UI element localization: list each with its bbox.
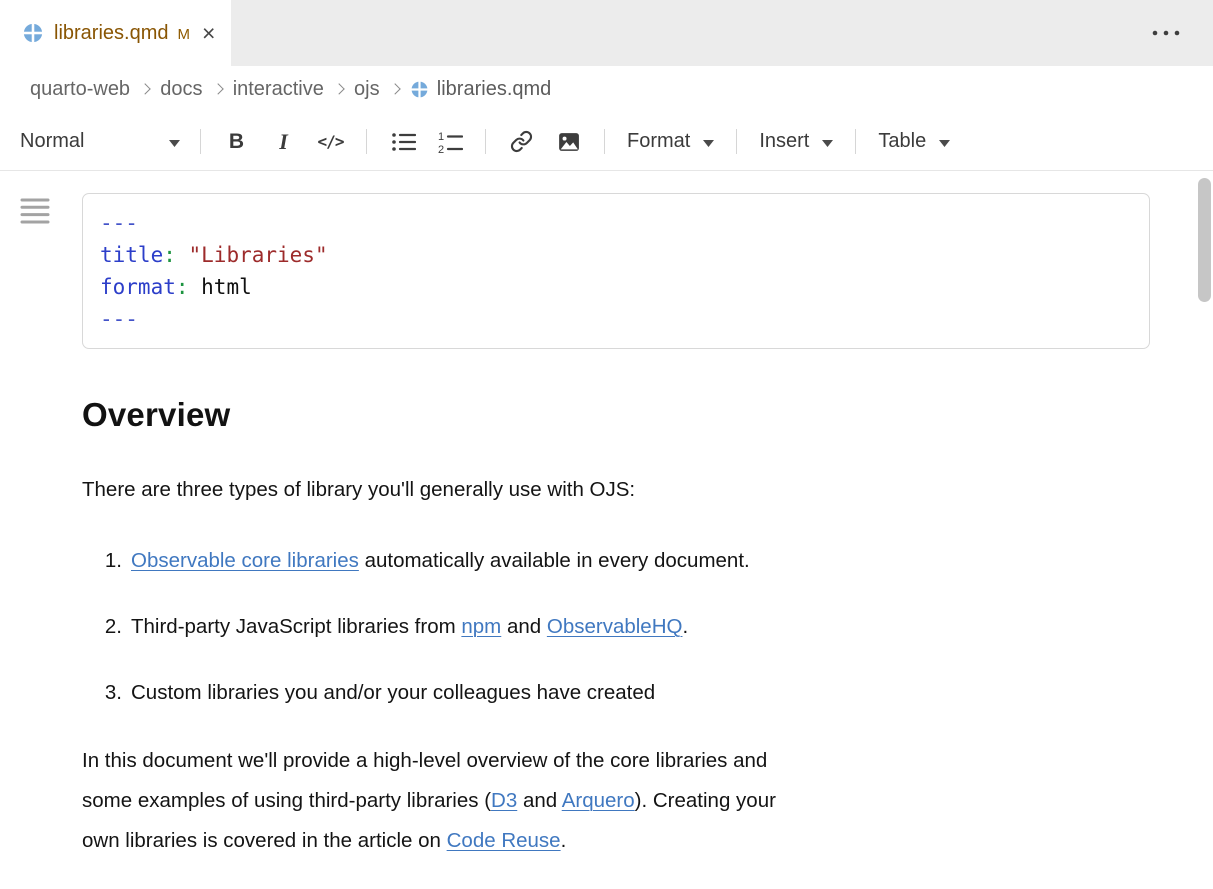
list-item-text: and bbox=[501, 615, 547, 638]
toolbar-separator bbox=[855, 129, 856, 154]
toolbar-separator bbox=[366, 129, 367, 154]
chevron-right-icon bbox=[139, 84, 151, 96]
editor-content[interactable]: --- title: "Libraries" format: html --- … bbox=[0, 171, 1213, 889]
breadcrumb-item-docs[interactable]: docs bbox=[160, 78, 202, 101]
more-actions-icon[interactable] bbox=[1145, 18, 1187, 48]
ordered-list-icon: 1 2 bbox=[437, 130, 463, 154]
bold-button[interactable]: B bbox=[213, 122, 260, 162]
italic-button[interactable]: I bbox=[260, 122, 307, 162]
paragraph-text: own libraries is covered in the article … bbox=[82, 829, 447, 852]
heading-overview: Overview bbox=[82, 395, 1213, 435]
tab-filename: libraries.qmd bbox=[54, 22, 168, 45]
list-item-text: automatically available in every documen… bbox=[359, 549, 750, 572]
list-item-number: 1. bbox=[82, 543, 122, 579]
paragraph-style-value: Normal bbox=[20, 130, 84, 153]
link-npm[interactable]: npm bbox=[461, 615, 501, 638]
bullet-list-button[interactable] bbox=[379, 122, 426, 162]
yaml-format-line: format: html bbox=[100, 271, 1132, 303]
list-item: 1. Observable core libraries automatical… bbox=[82, 543, 1213, 579]
yaml-fence: --- bbox=[100, 303, 1132, 335]
link-observable-core-libraries[interactable]: Observable core libraries bbox=[131, 549, 359, 572]
scrollbar-thumb[interactable] bbox=[1198, 178, 1211, 302]
quarto-file-icon bbox=[410, 80, 429, 99]
breadcrumb-item-interactive[interactable]: interactive bbox=[233, 78, 324, 101]
image-icon bbox=[556, 129, 581, 154]
paragraph-text: . bbox=[561, 829, 567, 852]
chevron-right-icon bbox=[389, 84, 401, 96]
yaml-fence: --- bbox=[100, 207, 1132, 239]
list-item-text: Third-party JavaScript libraries from bbox=[131, 615, 461, 638]
breadcrumb: quarto-web docs interactive ojs librarie… bbox=[0, 66, 1213, 113]
link-code-reuse[interactable]: Code Reuse bbox=[447, 829, 561, 852]
ordered-list: 1. Observable core libraries automatical… bbox=[82, 543, 1213, 711]
chevron-down-icon bbox=[939, 130, 950, 153]
table-menu[interactable]: Table bbox=[868, 122, 960, 162]
paragraph-style-select[interactable]: Normal bbox=[12, 122, 188, 162]
inline-code-button[interactable]: </> bbox=[307, 122, 354, 162]
paragraph-text: ). Creating your bbox=[635, 789, 776, 812]
closing-paragraph: In this document we'll provide a high-le… bbox=[82, 741, 1213, 861]
image-button[interactable] bbox=[545, 122, 592, 162]
link-observablehq[interactable]: ObservableHQ bbox=[547, 615, 683, 638]
ordered-list-button[interactable]: 1 2 bbox=[426, 122, 473, 162]
yaml-title-line: title: "Libraries" bbox=[100, 239, 1132, 271]
list-item-text: . bbox=[682, 615, 688, 638]
paragraph-text: and bbox=[517, 789, 561, 812]
link-d3[interactable]: D3 bbox=[491, 789, 517, 812]
list-item: 2. Third-party JavaScript libraries from… bbox=[82, 609, 1213, 645]
block-drag-handle-icon[interactable] bbox=[20, 197, 50, 230]
editor-toolbar: Normal B I </> 1 2 bbox=[0, 113, 1213, 171]
insert-menu[interactable]: Insert bbox=[749, 122, 843, 162]
toolbar-separator bbox=[736, 129, 737, 154]
paragraph-text: some examples of using third-party libra… bbox=[82, 789, 491, 812]
format-menu[interactable]: Format bbox=[617, 122, 724, 162]
breadcrumb-item-quarto-web[interactable]: quarto-web bbox=[30, 78, 130, 101]
list-item-number: 2. bbox=[82, 609, 122, 645]
paragraph-text: In this document we'll provide a high-le… bbox=[82, 749, 767, 772]
close-icon[interactable]: × bbox=[202, 22, 215, 45]
breadcrumb-item-ojs[interactable]: ojs bbox=[354, 78, 380, 101]
chevron-down-icon bbox=[169, 130, 180, 153]
toolbar-separator bbox=[485, 129, 486, 154]
tab-libraries-qmd[interactable]: libraries.qmd M × bbox=[0, 0, 231, 66]
link-arquero[interactable]: Arquero bbox=[562, 789, 635, 812]
svg-text:1: 1 bbox=[438, 131, 444, 143]
insert-menu-label: Insert bbox=[759, 130, 809, 153]
list-item-number: 3. bbox=[82, 675, 122, 711]
link-button[interactable] bbox=[498, 122, 545, 162]
list-item: 3. Custom libraries you and/or your coll… bbox=[82, 675, 1213, 711]
format-menu-label: Format bbox=[627, 130, 690, 153]
breadcrumb-item-file[interactable]: libraries.qmd bbox=[437, 78, 551, 101]
modified-badge: M bbox=[177, 26, 190, 43]
link-icon bbox=[510, 130, 533, 153]
intro-paragraph: There are three types of library you'll … bbox=[82, 475, 1213, 505]
bullet-list-icon bbox=[390, 130, 416, 154]
svg-text:2: 2 bbox=[438, 144, 444, 154]
chevron-down-icon bbox=[703, 130, 714, 153]
tab-bar: libraries.qmd M × bbox=[0, 0, 1213, 66]
chevron-right-icon bbox=[212, 84, 224, 96]
list-item-text: Custom libraries you and/or your colleag… bbox=[131, 675, 655, 711]
yaml-metadata-block[interactable]: --- title: "Libraries" format: html --- bbox=[82, 193, 1150, 349]
chevron-down-icon bbox=[822, 130, 833, 153]
toolbar-separator bbox=[604, 129, 605, 154]
toolbar-separator bbox=[200, 129, 201, 154]
chevron-right-icon bbox=[333, 84, 345, 96]
table-menu-label: Table bbox=[878, 130, 926, 153]
quarto-file-icon bbox=[22, 22, 44, 44]
